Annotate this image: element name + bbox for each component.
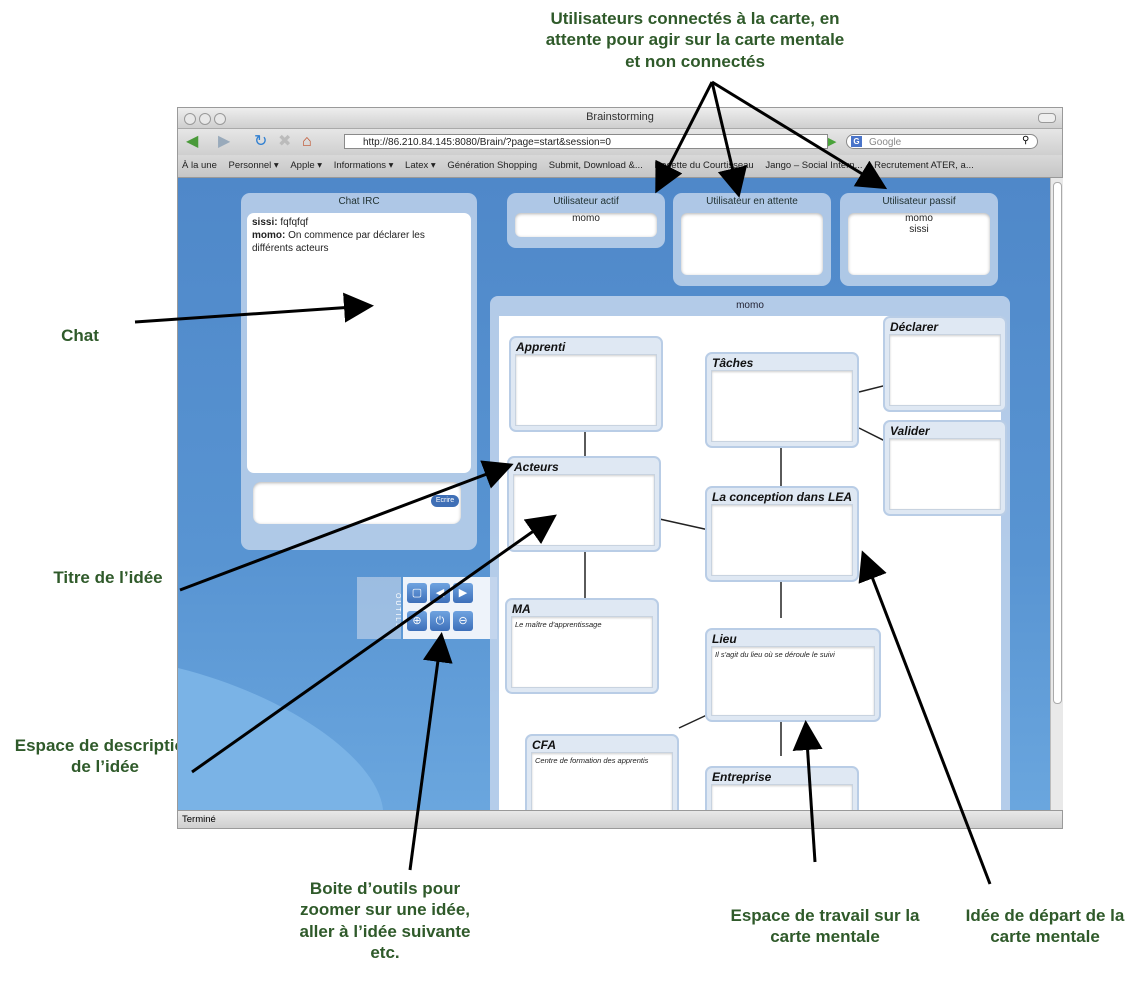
annotation-arrows bbox=[134, 80, 992, 885]
